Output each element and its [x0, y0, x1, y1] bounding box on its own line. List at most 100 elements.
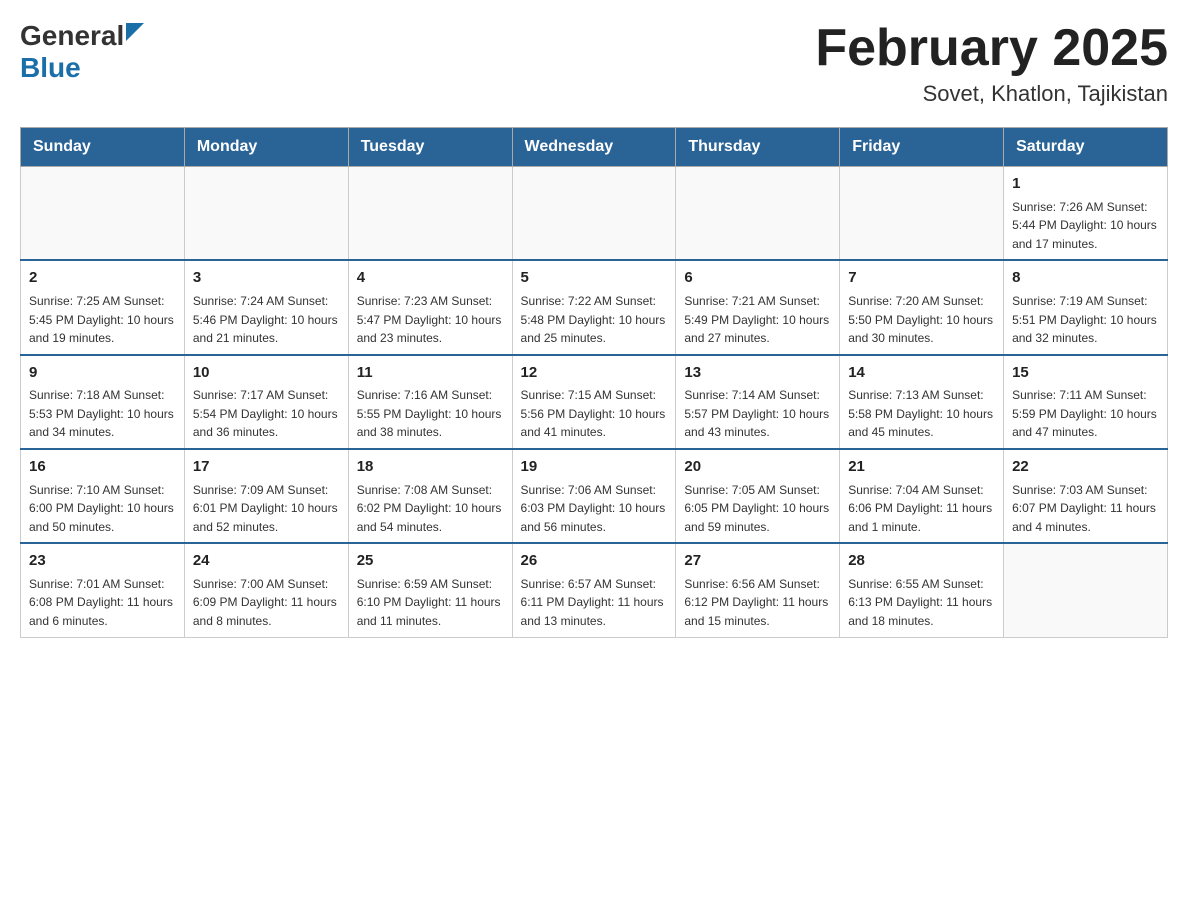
logo-general-text: General: [20, 20, 124, 52]
day-number: 14: [848, 362, 995, 385]
day-info: Sunrise: 7:15 AM Sunset: 5:56 PM Dayligh…: [521, 386, 668, 442]
day-info: Sunrise: 7:00 AM Sunset: 6:09 PM Dayligh…: [193, 575, 340, 631]
day-number: 16: [29, 456, 176, 479]
calendar-cell: 18Sunrise: 7:08 AM Sunset: 6:02 PM Dayli…: [348, 449, 512, 543]
calendar-cell: [1004, 543, 1168, 637]
calendar-cell: 20Sunrise: 7:05 AM Sunset: 6:05 PM Dayli…: [676, 449, 840, 543]
calendar-cell: 27Sunrise: 6:56 AM Sunset: 6:12 PM Dayli…: [676, 543, 840, 637]
day-number: 23: [29, 550, 176, 573]
calendar-cell: 19Sunrise: 7:06 AM Sunset: 6:03 PM Dayli…: [512, 449, 676, 543]
calendar-cell: 14Sunrise: 7:13 AM Sunset: 5:58 PM Dayli…: [840, 355, 1004, 449]
day-number: 10: [193, 362, 340, 385]
day-info: Sunrise: 7:26 AM Sunset: 5:44 PM Dayligh…: [1012, 198, 1159, 254]
calendar-header-row: SundayMondayTuesdayWednesdayThursdayFrid…: [21, 128, 1168, 167]
day-info: Sunrise: 7:10 AM Sunset: 6:00 PM Dayligh…: [29, 481, 176, 537]
day-number: 3: [193, 267, 340, 290]
day-info: Sunrise: 6:55 AM Sunset: 6:13 PM Dayligh…: [848, 575, 995, 631]
day-number: 24: [193, 550, 340, 573]
day-info: Sunrise: 6:57 AM Sunset: 6:11 PM Dayligh…: [521, 575, 668, 631]
day-info: Sunrise: 7:21 AM Sunset: 5:49 PM Dayligh…: [684, 292, 831, 348]
weekday-header-tuesday: Tuesday: [348, 128, 512, 167]
calendar-cell: 12Sunrise: 7:15 AM Sunset: 5:56 PM Dayli…: [512, 355, 676, 449]
day-number: 13: [684, 362, 831, 385]
day-info: Sunrise: 7:09 AM Sunset: 6:01 PM Dayligh…: [193, 481, 340, 537]
day-info: Sunrise: 7:22 AM Sunset: 5:48 PM Dayligh…: [521, 292, 668, 348]
day-number: 1: [1012, 173, 1159, 196]
day-info: Sunrise: 7:23 AM Sunset: 5:47 PM Dayligh…: [357, 292, 504, 348]
day-info: Sunrise: 7:03 AM Sunset: 6:07 PM Dayligh…: [1012, 481, 1159, 537]
calendar-cell: 17Sunrise: 7:09 AM Sunset: 6:01 PM Dayli…: [184, 449, 348, 543]
day-info: Sunrise: 7:04 AM Sunset: 6:06 PM Dayligh…: [848, 481, 995, 537]
weekday-header-monday: Monday: [184, 128, 348, 167]
calendar-cell: 21Sunrise: 7:04 AM Sunset: 6:06 PM Dayli…: [840, 449, 1004, 543]
day-info: Sunrise: 7:19 AM Sunset: 5:51 PM Dayligh…: [1012, 292, 1159, 348]
day-info: Sunrise: 7:06 AM Sunset: 6:03 PM Dayligh…: [521, 481, 668, 537]
day-number: 21: [848, 456, 995, 479]
calendar-cell: 6Sunrise: 7:21 AM Sunset: 5:49 PM Daylig…: [676, 260, 840, 354]
day-number: 8: [1012, 267, 1159, 290]
day-info: Sunrise: 7:14 AM Sunset: 5:57 PM Dayligh…: [684, 386, 831, 442]
logo-arrow-icon: [126, 23, 144, 41]
day-number: 12: [521, 362, 668, 385]
calendar-week-row: 9Sunrise: 7:18 AM Sunset: 5:53 PM Daylig…: [21, 355, 1168, 449]
title-block: February 2025 Sovet, Khatlon, Tajikistan: [815, 20, 1168, 107]
day-number: 9: [29, 362, 176, 385]
calendar-cell: [676, 167, 840, 261]
calendar-cell: [512, 167, 676, 261]
day-number: 27: [684, 550, 831, 573]
day-number: 25: [357, 550, 504, 573]
day-number: 20: [684, 456, 831, 479]
calendar-cell: 4Sunrise: 7:23 AM Sunset: 5:47 PM Daylig…: [348, 260, 512, 354]
day-info: Sunrise: 7:01 AM Sunset: 6:08 PM Dayligh…: [29, 575, 176, 631]
calendar-cell: 1Sunrise: 7:26 AM Sunset: 5:44 PM Daylig…: [1004, 167, 1168, 261]
weekday-header-wednesday: Wednesday: [512, 128, 676, 167]
calendar-cell: 16Sunrise: 7:10 AM Sunset: 6:00 PM Dayli…: [21, 449, 185, 543]
day-number: 18: [357, 456, 504, 479]
day-info: Sunrise: 6:59 AM Sunset: 6:10 PM Dayligh…: [357, 575, 504, 631]
calendar-week-row: 23Sunrise: 7:01 AM Sunset: 6:08 PM Dayli…: [21, 543, 1168, 637]
day-number: 7: [848, 267, 995, 290]
weekday-header-sunday: Sunday: [21, 128, 185, 167]
day-number: 11: [357, 362, 504, 385]
calendar-week-row: 2Sunrise: 7:25 AM Sunset: 5:45 PM Daylig…: [21, 260, 1168, 354]
calendar-cell: 9Sunrise: 7:18 AM Sunset: 5:53 PM Daylig…: [21, 355, 185, 449]
calendar-cell: 10Sunrise: 7:17 AM Sunset: 5:54 PM Dayli…: [184, 355, 348, 449]
day-info: Sunrise: 7:18 AM Sunset: 5:53 PM Dayligh…: [29, 386, 176, 442]
day-number: 19: [521, 456, 668, 479]
day-info: Sunrise: 7:25 AM Sunset: 5:45 PM Dayligh…: [29, 292, 176, 348]
day-info: Sunrise: 7:17 AM Sunset: 5:54 PM Dayligh…: [193, 386, 340, 442]
calendar-cell: [184, 167, 348, 261]
day-info: Sunrise: 7:20 AM Sunset: 5:50 PM Dayligh…: [848, 292, 995, 348]
calendar-cell: 25Sunrise: 6:59 AM Sunset: 6:10 PM Dayli…: [348, 543, 512, 637]
calendar-cell: [21, 167, 185, 261]
weekday-header-saturday: Saturday: [1004, 128, 1168, 167]
logo-blue-text: Blue: [20, 52, 81, 83]
calendar-cell: [840, 167, 1004, 261]
weekday-header-friday: Friday: [840, 128, 1004, 167]
calendar-week-row: 16Sunrise: 7:10 AM Sunset: 6:00 PM Dayli…: [21, 449, 1168, 543]
calendar-cell: 24Sunrise: 7:00 AM Sunset: 6:09 PM Dayli…: [184, 543, 348, 637]
day-info: Sunrise: 7:11 AM Sunset: 5:59 PM Dayligh…: [1012, 386, 1159, 442]
page-header: General Blue February 2025 Sovet, Khatlo…: [20, 20, 1168, 107]
day-number: 26: [521, 550, 668, 573]
day-info: Sunrise: 7:08 AM Sunset: 6:02 PM Dayligh…: [357, 481, 504, 537]
day-info: Sunrise: 7:13 AM Sunset: 5:58 PM Dayligh…: [848, 386, 995, 442]
day-number: 17: [193, 456, 340, 479]
day-number: 28: [848, 550, 995, 573]
weekday-header-thursday: Thursday: [676, 128, 840, 167]
calendar-table: SundayMondayTuesdayWednesdayThursdayFrid…: [20, 127, 1168, 637]
day-number: 15: [1012, 362, 1159, 385]
day-number: 4: [357, 267, 504, 290]
day-number: 2: [29, 267, 176, 290]
day-info: Sunrise: 7:05 AM Sunset: 6:05 PM Dayligh…: [684, 481, 831, 537]
month-title: February 2025: [815, 20, 1168, 77]
calendar-cell: 13Sunrise: 7:14 AM Sunset: 5:57 PM Dayli…: [676, 355, 840, 449]
day-info: Sunrise: 7:16 AM Sunset: 5:55 PM Dayligh…: [357, 386, 504, 442]
calendar-cell: 3Sunrise: 7:24 AM Sunset: 5:46 PM Daylig…: [184, 260, 348, 354]
calendar-cell: 11Sunrise: 7:16 AM Sunset: 5:55 PM Dayli…: [348, 355, 512, 449]
logo: General Blue: [20, 20, 144, 84]
day-info: Sunrise: 7:24 AM Sunset: 5:46 PM Dayligh…: [193, 292, 340, 348]
location-title: Sovet, Khatlon, Tajikistan: [815, 81, 1168, 107]
calendar-cell: 28Sunrise: 6:55 AM Sunset: 6:13 PM Dayli…: [840, 543, 1004, 637]
calendar-cell: 22Sunrise: 7:03 AM Sunset: 6:07 PM Dayli…: [1004, 449, 1168, 543]
